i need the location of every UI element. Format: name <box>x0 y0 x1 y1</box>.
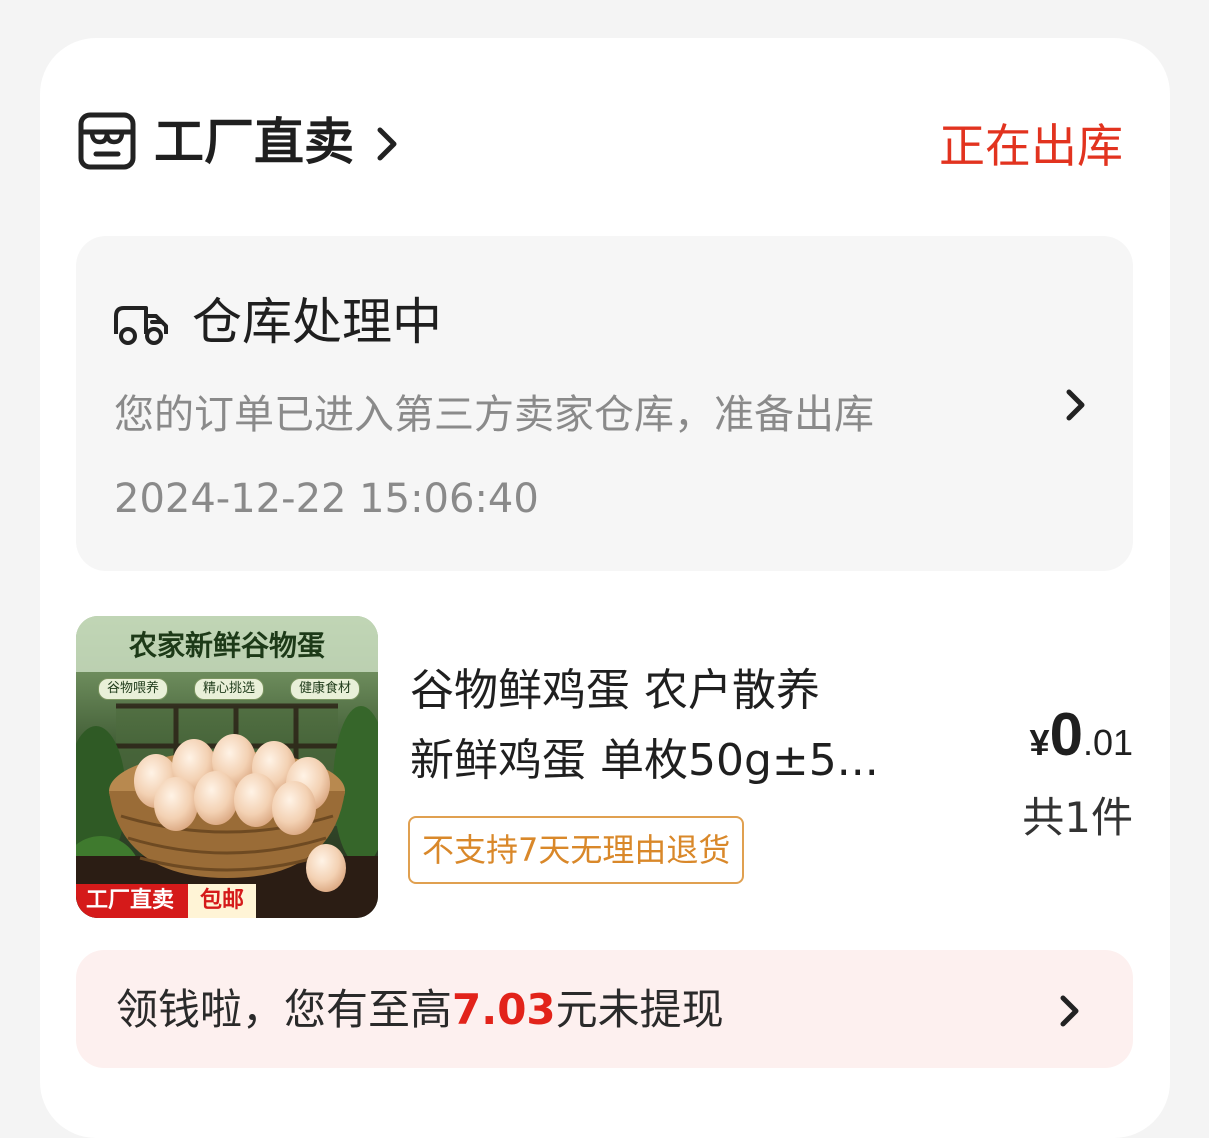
cash-amount: 7.03 <box>452 985 556 1034</box>
product-title-line: 新鲜鸡蛋 单枚50g±5... <box>410 735 879 786</box>
product-price: ¥0.01 <box>1030 700 1133 769</box>
chevron-right-icon[interactable] <box>372 124 402 164</box>
cash-reward-text[interactable]: 领钱啦，您有至高7.03元未提现 <box>116 982 724 1038</box>
image-tag: 健康食材 <box>289 678 360 700</box>
image-tag: 精心挑选 <box>193 678 264 700</box>
cash-prefix: 领钱啦，您有至高 <box>116 985 453 1034</box>
logistics-description: 您的订单已进入第三方卖家仓库，准备出库 <box>114 392 874 438</box>
price-integer: 0 <box>1049 701 1083 768</box>
price-currency: ¥ <box>1029 722 1050 763</box>
product-title[interactable]: 谷物鲜鸡蛋 农户散养 新鲜鸡蛋 单枚50g±5... <box>410 656 930 796</box>
logistics-timestamp: 2024-12-22 15:06:40 <box>114 476 539 522</box>
chevron-right-icon[interactable] <box>1060 384 1090 426</box>
image-tag: 谷物喂养 <box>98 678 169 700</box>
truck-icon <box>114 306 168 345</box>
image-tags: 谷物喂养 精心挑选 健康食材 <box>98 678 360 700</box>
product-title-line: 谷物鲜鸡蛋 农户散养 <box>410 665 820 716</box>
store-name[interactable]: 工厂直卖 <box>154 110 354 174</box>
store-icon[interactable] <box>78 112 136 170</box>
image-banner-text: 农家新鲜谷物蛋 <box>128 629 325 662</box>
ribbon-free-shipping: 包邮 <box>188 884 257 918</box>
chevron-right-icon[interactable] <box>1054 990 1084 1032</box>
image-ribbon: 工厂直卖 包邮 <box>76 884 257 918</box>
price-decimal: .01 <box>1082 722 1133 763</box>
ribbon-factory-direct: 工厂直卖 <box>76 884 189 918</box>
product-quantity: 共1件 <box>1022 793 1133 842</box>
order-status: 正在出库 <box>939 119 1123 173</box>
return-policy-badge: 不支持7天无理由退货 <box>408 816 745 884</box>
cash-suffix: 元未提现 <box>555 985 724 1034</box>
product-image[interactable]: 农家新鲜谷物蛋 谷物喂养 精心挑选 健康食材 工厂直卖 包邮 <box>76 616 378 918</box>
logistics-title: 仓库处理中 <box>192 293 442 351</box>
